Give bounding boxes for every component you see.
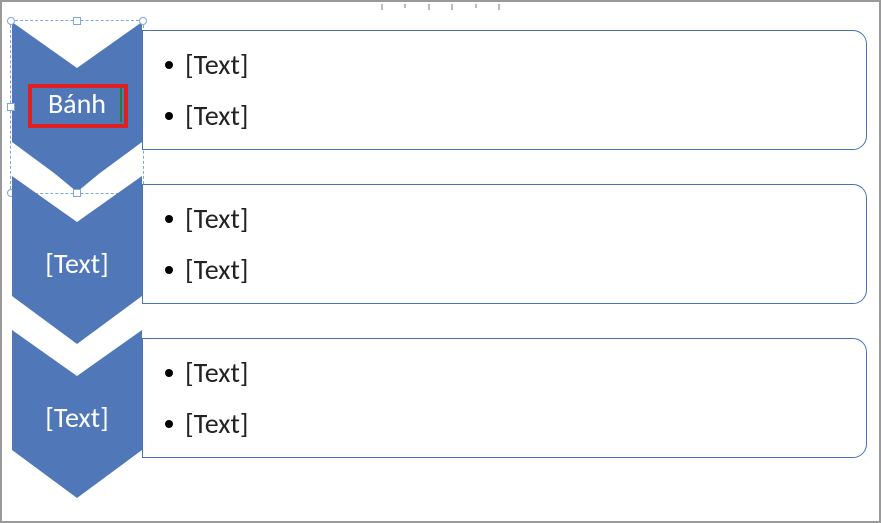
bullet-text: [Text] [185, 355, 248, 390]
bullet-text: [Text] [185, 252, 248, 287]
content-box[interactable]: [Text] [Text] [142, 338, 867, 458]
bullet-icon [165, 112, 173, 120]
chevron-down-icon [12, 176, 142, 346]
bullet-icon [165, 420, 173, 428]
bullet-icon [165, 215, 173, 223]
bullet-icon [165, 369, 173, 377]
smartart-canvas[interactable]: Bánh [Text] [Text] [Text] [Text [0, 0, 881, 523]
list-item[interactable]: [Text] [165, 355, 846, 390]
list-item[interactable]: [Text] [165, 406, 846, 441]
bullet-icon [165, 61, 173, 69]
smartart-row: [Text] [Text] [Text] [12, 176, 869, 326]
bullet-text: [Text] [185, 47, 248, 82]
chevron-down-icon [12, 22, 142, 192]
bullet-text: [Text] [185, 201, 248, 236]
bullet-text: [Text] [185, 406, 248, 441]
smartart-row: Bánh [Text] [Text] [12, 22, 869, 172]
bullet-icon [165, 266, 173, 274]
content-box[interactable]: [Text] [Text] [142, 30, 867, 150]
ruler-marks [381, 4, 501, 10]
bullet-text: [Text] [185, 98, 248, 133]
chevron-shape[interactable]: [Text] [12, 330, 142, 500]
list-item[interactable]: [Text] [165, 252, 846, 287]
content-box[interactable]: [Text] [Text] [142, 184, 867, 304]
list-item[interactable]: [Text] [165, 201, 846, 236]
smartart-row: [Text] [Text] [Text] [12, 330, 869, 480]
list-item[interactable]: [Text] [165, 98, 846, 133]
chevron-shape[interactable]: [Text] [12, 176, 142, 346]
chevron-shape[interactable]: Bánh [12, 22, 142, 192]
chevron-down-icon [12, 330, 142, 500]
text-cursor [120, 88, 122, 122]
list-item[interactable]: [Text] [165, 47, 846, 82]
